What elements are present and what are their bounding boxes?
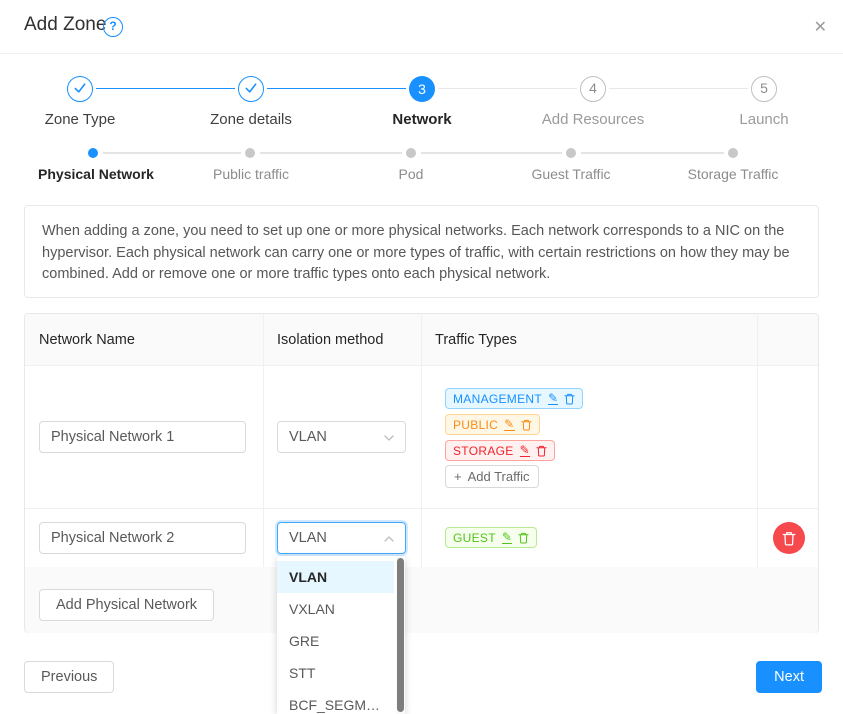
dropdown-option-bcf-segment[interactable]: BCF_SEGM… [277, 689, 394, 714]
column-header-traffic-types: Traffic Types [435, 314, 517, 366]
info-box: When adding a zone, you need to set up o… [24, 205, 819, 298]
previous-label: Previous [41, 669, 97, 685]
substep-label-physical-network: Physical Network [38, 166, 154, 182]
substep-label-pod: Pod [399, 166, 424, 182]
substep-connector [103, 152, 241, 154]
isolation-method-dropdown: VLAN VXLAN GRE STT BCF_SEGM… [277, 556, 405, 714]
chevron-up-icon [384, 536, 394, 542]
info-text: When adding a zone, you need to set up o… [42, 223, 790, 282]
close-icon[interactable]: ✕ [814, 17, 827, 37]
help-icon[interactable]: ? [103, 17, 123, 37]
delete-network-button[interactable] [773, 522, 805, 554]
traffic-tag-public: PUBLIC ✎ [445, 414, 540, 435]
column-header-isolation-method: Isolation method [277, 314, 383, 366]
dropdown-option-stt[interactable]: STT [277, 657, 394, 689]
delete-icon[interactable] [521, 419, 532, 431]
step-label-launch: Launch [739, 111, 788, 128]
column-divider [263, 314, 264, 567]
column-divider [421, 314, 422, 567]
step-indicator-launch[interactable]: 5 [751, 76, 777, 102]
edit-icon[interactable]: ✎ [520, 445, 530, 457]
step-label-zone-type: Zone Type [45, 111, 116, 128]
delete-icon[interactable] [536, 445, 547, 457]
traffic-tag-guest: GUEST ✎ [445, 527, 537, 548]
substep-dot-public-traffic[interactable] [245, 148, 255, 158]
isolation-method-select-1[interactable]: VLAN [277, 421, 406, 453]
dropdown-option-vxlan[interactable]: VXLAN [277, 593, 394, 625]
step-indicator-zone-type[interactable] [67, 76, 93, 102]
check-icon [244, 82, 258, 94]
step-label-add-resources: Add Resources [542, 111, 645, 128]
step-connector [609, 88, 748, 89]
tag-label: PUBLIC [453, 418, 498, 432]
dropdown-scrollbar-thumb[interactable] [397, 558, 404, 712]
step-label-network: Network [392, 111, 451, 128]
header-divider [0, 53, 843, 54]
previous-button[interactable]: Previous [24, 661, 114, 693]
network-name-input-2[interactable] [39, 522, 246, 554]
column-divider [757, 314, 758, 567]
edit-icon[interactable]: ✎ [502, 532, 512, 544]
physical-network-table: Network Name Isolation method Traffic Ty… [24, 313, 819, 633]
substep-label-storage-traffic: Storage Traffic [688, 166, 779, 182]
substep-label-guest-traffic: Guest Traffic [531, 166, 610, 182]
add-traffic-button[interactable]: + Add Traffic [445, 465, 539, 488]
isolation-method-select-2[interactable]: VLAN [277, 522, 406, 554]
step-label-zone-details: Zone details [210, 111, 292, 128]
substep-connector [421, 152, 562, 154]
check-icon [73, 82, 87, 94]
edit-icon[interactable]: ✎ [504, 419, 514, 431]
step-indicator-zone-details[interactable] [238, 76, 264, 102]
add-traffic-label: Add Traffic [468, 469, 530, 484]
delete-icon[interactable] [518, 532, 529, 544]
tag-label: STORAGE [453, 444, 514, 458]
substep-connector [260, 152, 402, 154]
substep-label-public-traffic: Public traffic [213, 166, 289, 182]
step-indicator-network[interactable]: 3 [409, 76, 435, 102]
step-connector [438, 88, 577, 89]
step-indicator-add-resources[interactable]: 4 [580, 76, 606, 102]
substep-dot-physical-network[interactable] [88, 148, 98, 158]
column-header-network-name: Network Name [39, 314, 135, 366]
substep-dot-pod[interactable] [406, 148, 416, 158]
dropdown-option-gre[interactable]: GRE [277, 625, 394, 657]
tag-label: GUEST [453, 531, 496, 545]
add-physical-network-label: Add Physical Network [56, 597, 197, 613]
chevron-down-icon [384, 435, 394, 441]
trash-icon [782, 531, 796, 546]
step-connector [267, 88, 406, 89]
edit-icon[interactable]: ✎ [548, 393, 558, 405]
plus-icon: + [454, 469, 462, 484]
selected-value: VLAN [289, 429, 327, 445]
substep-dot-guest-traffic[interactable] [566, 148, 576, 158]
dropdown-option-vlan[interactable]: VLAN [277, 561, 394, 593]
row-divider [25, 508, 818, 509]
add-zone-modal: Add Zone ? ✕ 3 4 5 Zone Type Zone detail… [0, 0, 843, 714]
next-button[interactable]: Next [756, 661, 822, 693]
substep-dot-storage-traffic[interactable] [728, 148, 738, 158]
substep-connector [581, 152, 724, 154]
network-name-input-1[interactable] [39, 421, 246, 453]
page-title: Add Zone [24, 14, 106, 36]
traffic-tag-management: MANAGEMENT ✎ [445, 388, 583, 409]
next-label: Next [774, 669, 804, 685]
selected-value: VLAN [289, 530, 327, 546]
traffic-tag-storage: STORAGE ✎ [445, 440, 555, 461]
tag-label: MANAGEMENT [453, 392, 542, 406]
step-connector [96, 88, 235, 89]
delete-icon[interactable] [564, 393, 575, 405]
add-physical-network-button[interactable]: Add Physical Network [39, 589, 214, 621]
